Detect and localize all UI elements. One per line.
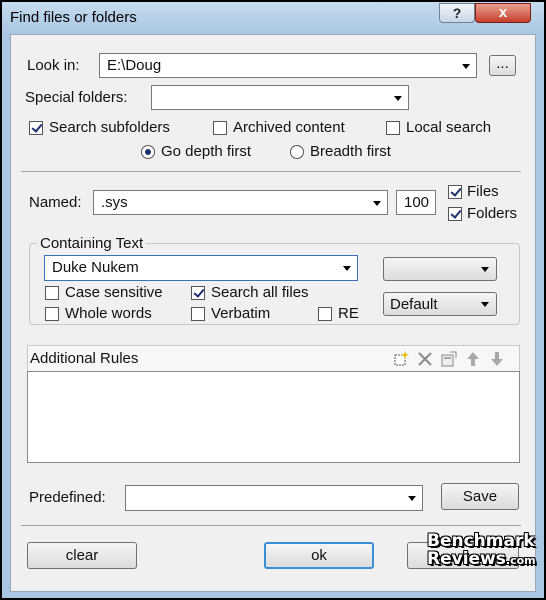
search-all-files-checkbox[interactable]	[191, 286, 205, 300]
look-in-combobox[interactable]: E:\Doug	[99, 53, 477, 78]
breadth-first-label: Breadth first	[310, 143, 391, 160]
find-dialog-window: Find files or folders ? x Look in: E:\Do…	[0, 0, 546, 600]
search-all-files-label: Search all files	[211, 284, 309, 301]
title-bar[interactable]: Find files or folders ? x	[2, 2, 544, 34]
archived-content-checkbox[interactable]	[213, 121, 227, 135]
max-results-value: 100	[404, 194, 430, 211]
files-label: Files	[467, 183, 499, 200]
new-rule-icon[interactable]	[392, 350, 410, 368]
benchmark-reviews-watermark: Benchmark Reviews.com	[427, 531, 536, 569]
local-search-checkbox[interactable]	[386, 121, 400, 135]
additional-rules-header: Additional Rules	[27, 345, 520, 371]
depth-first-radio[interactable]	[141, 145, 155, 159]
move-down-icon[interactable]	[488, 350, 506, 368]
max-results-field[interactable]: 100	[396, 190, 436, 215]
save-button[interactable]: Save	[441, 483, 519, 510]
match-mode-value: Default	[390, 296, 438, 313]
whole-words-label: Whole words	[65, 305, 152, 322]
search-subfolders-label: Search subfolders	[49, 119, 170, 136]
archived-content-label: Archived content	[233, 119, 345, 136]
chevron-down-icon	[394, 96, 402, 101]
named-value: .sys	[101, 194, 128, 211]
verbatim-checkbox[interactable]	[191, 307, 205, 321]
folders-checkbox[interactable]	[448, 207, 462, 221]
case-sensitive-label: Case sensitive	[65, 284, 163, 301]
folders-label: Folders	[467, 205, 518, 222]
chevron-down-icon	[408, 496, 416, 501]
predefined-combobox[interactable]	[125, 485, 423, 511]
browse-button[interactable]: ...	[489, 55, 516, 76]
containing-text-legend: Containing Text	[37, 235, 147, 252]
chevron-down-icon	[343, 266, 351, 271]
search-subfolders-checkbox[interactable]	[29, 121, 43, 135]
special-folders-label: Special folders:	[25, 89, 128, 106]
footer-divider	[21, 525, 521, 526]
close-button[interactable]: x	[475, 3, 531, 23]
chevron-down-icon	[481, 302, 489, 307]
whole-words-checkbox[interactable]	[45, 307, 59, 321]
verbatim-label: Verbatim	[211, 305, 271, 322]
help-button[interactable]: ?	[439, 3, 475, 23]
special-folders-combobox[interactable]	[151, 85, 409, 110]
edit-rule-icon[interactable]	[440, 350, 458, 368]
encoding-dropdown[interactable]	[383, 257, 497, 281]
chevron-down-icon	[462, 64, 470, 69]
predefined-label: Predefined:	[29, 489, 106, 506]
ok-button[interactable]: ok	[264, 542, 374, 569]
additional-rules-title: Additional Rules	[30, 350, 139, 367]
case-sensitive-checkbox[interactable]	[45, 286, 59, 300]
match-mode-dropdown[interactable]: Default	[383, 292, 497, 316]
containing-text-value: Duke Nukem	[52, 259, 139, 276]
local-search-label: Local search	[406, 119, 492, 136]
close-icon: x	[498, 4, 508, 21]
delete-rule-icon[interactable]	[416, 350, 434, 368]
look-in-value: E:\Doug	[107, 57, 162, 74]
window-title: Find files or folders	[10, 9, 137, 26]
depth-first-label: Go depth first	[161, 143, 252, 160]
containing-text-combobox[interactable]: Duke Nukem	[44, 255, 358, 281]
additional-rules-list[interactable]	[27, 371, 520, 463]
dialog-body: Look in: E:\Doug ... Special folders: Se…	[10, 34, 536, 592]
move-up-icon[interactable]	[464, 350, 482, 368]
section-divider	[21, 171, 521, 172]
regex-checkbox[interactable]	[318, 307, 332, 321]
files-checkbox[interactable]	[448, 185, 462, 199]
named-label: Named:	[29, 194, 82, 211]
named-combobox[interactable]: .sys	[93, 190, 388, 215]
clear-button[interactable]: clear	[27, 542, 137, 569]
look-in-label: Look in:	[27, 57, 80, 74]
regex-label: RE	[338, 305, 359, 322]
breadth-first-radio[interactable]	[290, 145, 304, 159]
chevron-down-icon	[373, 201, 381, 206]
chevron-down-icon	[481, 267, 489, 272]
